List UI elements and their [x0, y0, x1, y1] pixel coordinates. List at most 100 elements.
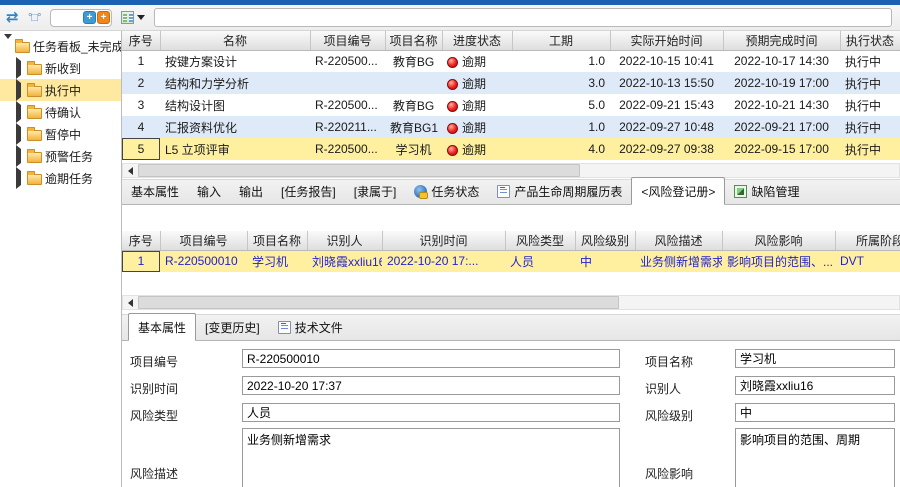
field-label: 风险类型: [130, 409, 179, 423]
risk-impact-field[interactable]: [735, 428, 895, 487]
identifier-field[interactable]: [735, 376, 895, 395]
tree-root-task-board[interactable]: 任务看板_未完成: [0, 34, 121, 57]
overdue-status-icon: [447, 122, 458, 134]
detail-tab-1[interactable]: 输入: [188, 178, 230, 204]
sidebar-item-2[interactable]: 待确认: [0, 101, 121, 123]
page-input[interactable]: [54, 11, 82, 24]
task-row-4[interactable]: 4 汇报资料优化 R-220211... 教育BG1 逾期 1.0 2022-09-27 1…: [122, 116, 900, 138]
sidebar-item-4[interactable]: 预警任务: [0, 145, 121, 167]
cell-code: [310, 72, 385, 94]
risk-table-viewport: 序号 项目编号 项目名称 识别人 识别时间 风险类型 风险级别 风险描述 风险影响 所属阶段 1R…: [122, 231, 900, 274]
detail-tab-6[interactable]: 产品生命周期履历表: [488, 178, 631, 204]
cell-code: R-220500...: [310, 138, 385, 160]
form-tab-2[interactable]: 技术文件: [269, 314, 352, 340]
cell-start: 2022-09-27 09:38: [610, 138, 723, 160]
page-up-button[interactable]: +: [97, 11, 110, 24]
cell-start: 2022-10-13 15:50: [610, 72, 723, 94]
risk-type-field[interactable]: [242, 403, 620, 422]
column-header-风险描述[interactable]: 风险描述: [635, 231, 723, 251]
tab-label: 基本属性: [138, 321, 187, 335]
detail-tab-8[interactable]: 缺陷管理: [725, 178, 808, 204]
cell-due: 2022-09-15 17:00: [723, 138, 840, 160]
detail-tab-5[interactable]: 任务状态: [405, 178, 488, 204]
cell-due: 2022-10-17 14:30: [734, 54, 829, 69]
column-header-风险类型[interactable]: 风险类型: [505, 231, 576, 251]
column-header-项目名称[interactable]: 项目名称: [385, 31, 443, 51]
column-header-项目名称[interactable]: 项目名称: [247, 231, 308, 251]
hierarchy-icon[interactable]: °□°: [28, 10, 44, 26]
task-status-icon: [414, 185, 429, 199]
column-header-序号[interactable]: 序号: [122, 31, 161, 51]
cell-code: R-220211...: [310, 116, 385, 138]
detail-tab-4[interactable]: [隶属于]: [345, 178, 406, 204]
cell: 2022-10-20 17:...: [382, 250, 505, 272]
cell-start: 2022-09-21 15:43: [619, 98, 714, 112]
column-header-序号[interactable]: 序号: [122, 231, 161, 251]
expand-arrow-wrap: [16, 145, 24, 167]
cell-name: 结构设计图: [165, 98, 226, 113]
refresh-icon[interactable]: ⇄: [6, 9, 22, 26]
column-header-风险级别[interactable]: 风险级别: [575, 231, 636, 251]
collapse-arrow-icon[interactable]: [16, 167, 21, 189]
cell-progress: 逾期: [442, 94, 512, 116]
expand-arrow-wrap: [16, 123, 24, 145]
view-list-dropdown-button[interactable]: [118, 9, 148, 26]
task-row-1[interactable]: 1 按键方案设计 R-220500... 教育BG 逾期 1.0 2022-10-15 10…: [122, 50, 900, 72]
detail-tab-2[interactable]: 输出: [230, 178, 272, 204]
risk-table: 序号 项目编号 项目名称 识别人 识别时间 风险类型 风险级别 风险描述 风险影响 所属阶段 1R…: [122, 231, 900, 272]
sidebar-item-5[interactable]: 逾期任务: [0, 167, 121, 189]
column-header-实际开始时间[interactable]: 实际开始时间: [610, 31, 724, 51]
filter-input[interactable]: [154, 8, 892, 27]
detail-tab-3[interactable]: [任务报告]: [272, 178, 345, 204]
sidebar-item-label: 逾期任务: [45, 171, 94, 186]
detail-tab-7[interactable]: <风险登记册>: [631, 177, 726, 205]
identify-time-field[interactable]: [242, 376, 620, 395]
folder-icon: [27, 170, 42, 185]
main-panel: 序号 名称 项目编号 项目名称 进度状态 工期 实际开始时间 预期完成时间 执行状态 1 按键方案…: [122, 31, 900, 487]
scroll-left-button[interactable]: [123, 296, 138, 309]
collapse-arrow-icon[interactable]: [16, 123, 21, 145]
cell-progress: 逾期: [442, 50, 512, 72]
sidebar-item-3[interactable]: 暂停中: [0, 123, 121, 145]
detail-tab-0[interactable]: 基本属性: [122, 178, 188, 204]
project-name-field[interactable]: [735, 349, 895, 368]
column-header-工期[interactable]: 工期: [512, 31, 611, 51]
project-code-field[interactable]: [242, 349, 620, 368]
scrollbar-thumb[interactable]: [138, 296, 620, 309]
form-tab-0[interactable]: 基本属性: [128, 313, 197, 341]
task-row-2[interactable]: 2 结构和力学分析 逾期 3.0 2022-10-13 15:50 2022-10-19 …: [122, 72, 900, 94]
column-header-进度状态[interactable]: 进度状态: [442, 31, 513, 51]
field-label: 风险影响: [645, 467, 694, 481]
collapse-arrow-icon[interactable]: [16, 79, 21, 101]
column-header-预期完成时间[interactable]: 预期完成时间: [723, 31, 841, 51]
sidebar-item-0[interactable]: 新收到: [0, 57, 121, 79]
collapse-arrow-icon[interactable]: [16, 145, 21, 167]
form-tab-1[interactable]: [变更历史]: [196, 314, 269, 340]
chevron-down-icon: [137, 15, 145, 20]
tab-label: 任务状态: [431, 185, 480, 199]
page-down-button[interactable]: +: [83, 11, 96, 24]
column-header-识别时间[interactable]: 识别时间: [382, 231, 506, 251]
cell-num: 5: [122, 138, 160, 160]
column-header-风险影响[interactable]: 风险影响: [722, 231, 836, 251]
column-header-名称[interactable]: 名称: [160, 31, 311, 51]
tab-label: 产品生命周期履历表: [514, 185, 623, 199]
column-header-识别人[interactable]: 识别人: [307, 231, 383, 251]
expand-arrow-icon[interactable]: [4, 34, 12, 53]
scrollbar-thumb[interactable]: [138, 164, 581, 177]
column-header-执行状态[interactable]: 执行状态: [840, 31, 900, 51]
column-header-所属阶段[interactable]: 所属阶段: [835, 231, 900, 251]
toolbar: ⇄ °□° + +: [0, 5, 900, 31]
scroll-left-button[interactable]: [123, 164, 138, 177]
column-header-项目编号[interactable]: 项目编号: [160, 231, 248, 251]
sidebar-item-1[interactable]: 执行中: [0, 79, 121, 101]
column-header-项目编号[interactable]: 项目编号: [310, 31, 386, 51]
collapse-arrow-icon[interactable]: [16, 101, 21, 123]
cell-due: 2022-10-21 14:30: [734, 98, 829, 112]
risk-row-1[interactable]: 1 R-220500010 学习机 刘晓霞xxliu16 2022-10-20 17:.…: [122, 250, 900, 272]
risk-level-field[interactable]: [735, 403, 895, 422]
collapse-arrow-icon[interactable]: [16, 57, 21, 79]
task-row-5[interactable]: 5 L5 立项评审 R-220500... 学习机 逾期 4.0 2022-09-27 09…: [122, 138, 900, 160]
risk-desc-field[interactable]: [242, 428, 620, 487]
task-row-3[interactable]: 3 结构设计图 R-220500... 教育BG 逾期 5.0 2022-09-21 15:…: [122, 94, 900, 116]
